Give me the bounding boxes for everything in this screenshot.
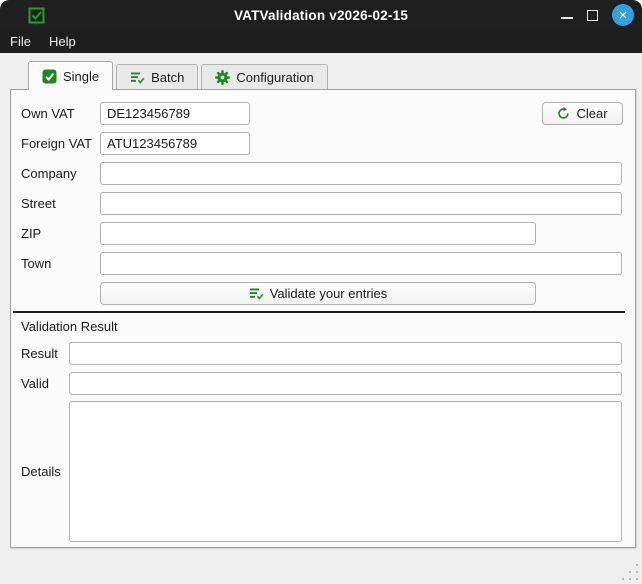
company-label: Company	[21, 166, 77, 181]
app-checkbox-icon	[28, 7, 45, 24]
foreign-vat-input[interactable]	[100, 132, 250, 155]
own-vat-input[interactable]	[100, 102, 250, 125]
tab-single[interactable]: Single	[28, 61, 114, 90]
check-square-icon	[42, 69, 57, 84]
foreign-vat-label: Foreign VAT	[21, 136, 93, 151]
refresh-icon	[557, 107, 570, 120]
validate-button[interactable]: Validate your entries	[100, 282, 536, 305]
menu-item-file[interactable]: File	[10, 32, 40, 51]
company-input[interactable]	[100, 162, 622, 185]
tab-label: Batch	[151, 69, 185, 85]
valid-label: Valid	[21, 376, 49, 391]
zip-input[interactable]	[100, 222, 536, 245]
town-label: Town	[21, 256, 52, 271]
tab-batch[interactable]: Batch	[116, 64, 199, 89]
result-label: Result	[21, 346, 58, 361]
section-separator	[13, 311, 625, 313]
tab-label: Single	[63, 68, 100, 84]
tab-configuration[interactable]: Configuration	[201, 64, 328, 89]
details-label: Details	[21, 464, 61, 479]
content-area: Single Batch Configuration Own VAT DE123…	[0, 53, 642, 584]
menubar: File Help	[0, 30, 642, 53]
zip-label: ZIP	[21, 226, 42, 241]
resize-grip[interactable]	[621, 563, 639, 581]
minimize-button[interactable]	[561, 17, 573, 19]
street-label: Street	[21, 196, 56, 211]
gear-icon	[215, 69, 231, 85]
maximize-button[interactable]	[587, 9, 598, 21]
titlebar: VATValidation v2026-02-15 ×	[0, 0, 642, 30]
single-tab-panel: Own VAT Clear Foreign VAT Company Street…	[10, 89, 636, 548]
list-check-icon	[130, 71, 145, 84]
result-input[interactable]	[69, 342, 622, 365]
list-check-icon	[249, 287, 264, 300]
close-button[interactable]: ×	[612, 4, 634, 26]
tabbar: Single Batch Configuration	[28, 61, 328, 90]
window-title: VATValidation v2026-02-15	[233, 7, 409, 23]
own-vat-label: Own VAT	[21, 106, 75, 121]
valid-input[interactable]	[69, 372, 622, 395]
clear-button-label: Clear	[576, 106, 608, 121]
street-input[interactable]	[100, 192, 622, 215]
app-window: VATValidation v2026-02-15 × File Help Si…	[0, 0, 642, 584]
validate-button-label: Validate your entries	[269, 286, 388, 301]
clear-button[interactable]: Clear	[542, 102, 623, 125]
tab-label: Configuration	[236, 69, 314, 85]
town-input[interactable]	[100, 252, 622, 275]
validation-result-heading: Validation Result	[21, 319, 118, 334]
menu-item-help[interactable]: Help	[40, 32, 85, 51]
details-textarea[interactable]	[69, 401, 622, 542]
